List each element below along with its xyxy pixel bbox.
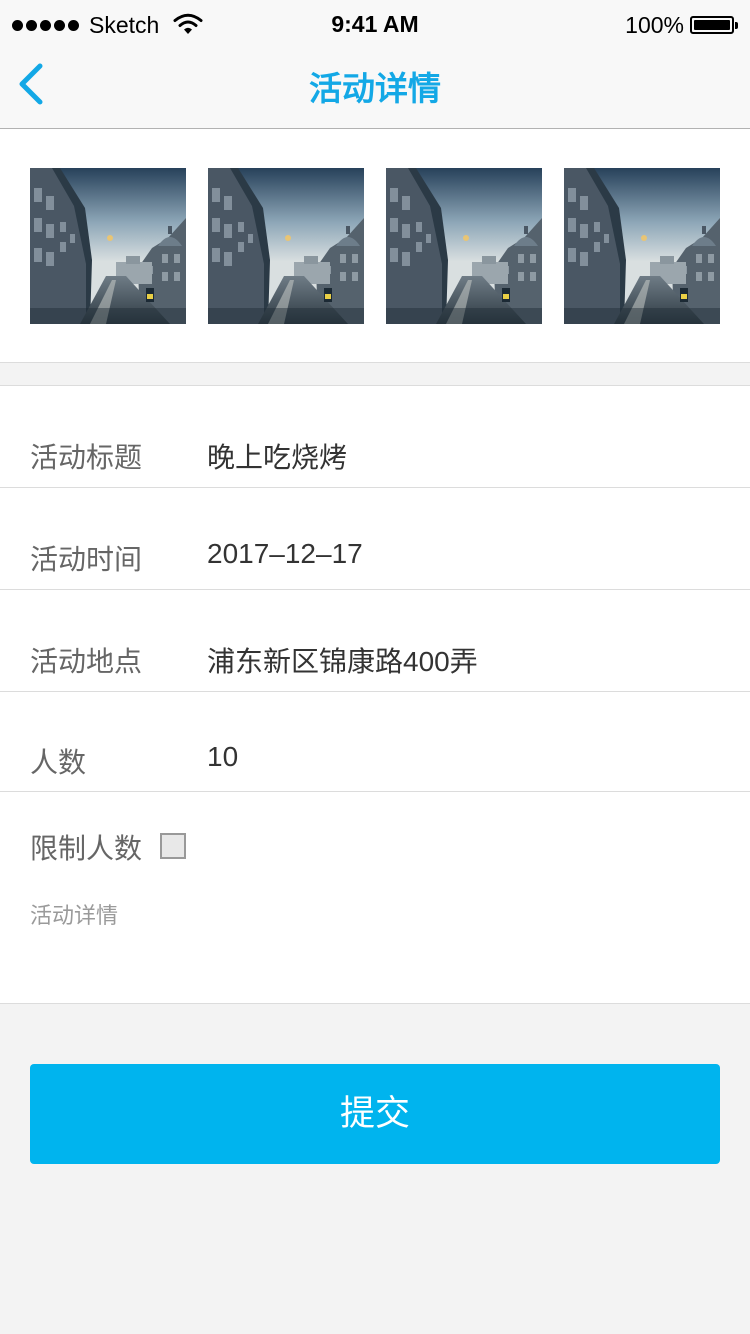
status-bar: Sketch 9:41 AM 100% (0, 0, 750, 40)
people-label: 人数 (30, 747, 87, 778)
location-label: 活动地点 (30, 646, 143, 677)
time-value[interactable]: 2017–12–17 (207, 538, 363, 570)
activity-form: 活动标题 晚上吃烧烤 活动时间 2017–12–17 活动地点 浦东新区锦康路4… (0, 385, 750, 1004)
activity-photo[interactable] (564, 168, 720, 324)
activity-detail-input[interactable]: 活动详情 (30, 898, 118, 930)
limit-people-checkbox[interactable] (160, 833, 186, 859)
limit-people-label: 限制人数 (30, 833, 143, 864)
location-value[interactable]: 浦东新区锦康路400弄 (207, 640, 478, 680)
title-value[interactable]: 晚上吃烧烤 (207, 436, 347, 476)
title-row[interactable]: 活动标题 晚上吃烧烤 (0, 386, 750, 488)
activity-photo[interactable] (386, 168, 542, 324)
page-title: 活动详情 (309, 70, 441, 107)
activity-photo[interactable] (30, 168, 186, 324)
location-row[interactable]: 活动地点 浦东新区锦康路400弄 (0, 590, 750, 692)
photo-gallery (0, 129, 750, 363)
battery-percent: 100% (625, 12, 684, 38)
activity-photo[interactable] (208, 168, 364, 324)
time-row[interactable]: 活动时间 2017–12–17 (0, 488, 750, 590)
people-row[interactable]: 人数 10 (0, 692, 750, 792)
navigation-bar: 活动详情 (0, 40, 750, 129)
time-label: 活动时间 (30, 544, 143, 575)
people-value[interactable]: 10 (207, 741, 238, 773)
battery-fill (694, 20, 730, 30)
battery-icon (690, 16, 738, 34)
submit-button[interactable]: 提交 (30, 1064, 720, 1164)
title-label: 活动标题 (30, 442, 143, 473)
